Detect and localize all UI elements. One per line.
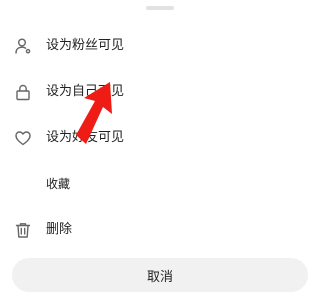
heart-icon xyxy=(14,129,32,147)
cancel-button[interactable]: 取消 xyxy=(12,258,308,292)
menu-item-self-visible[interactable]: 设为自己可见 xyxy=(0,69,320,115)
menu-item-fans-visible[interactable]: 设为粉丝可见 xyxy=(0,23,320,69)
trash-icon xyxy=(14,221,32,239)
drag-handle[interactable] xyxy=(146,6,174,10)
menu-item-label: 设为好友可见 xyxy=(46,130,125,145)
menu-item-label: 设为自己可见 xyxy=(46,84,125,99)
action-sheet: 设为粉丝可见 设为自己可见 设为好友可见 收藏 删除 取消 xyxy=(0,0,320,306)
menu-item-collect[interactable]: 收藏 xyxy=(0,161,320,207)
menu-item-friends-visible[interactable]: 设为好友可见 xyxy=(0,115,320,161)
lock-icon xyxy=(14,83,32,101)
person-icon xyxy=(14,37,32,55)
menu-item-label: 收藏 xyxy=(46,177,71,191)
menu-item-delete[interactable]: 删除 xyxy=(0,207,320,253)
menu-item-label: 设为粉丝可见 xyxy=(46,38,125,53)
menu-item-label: 删除 xyxy=(46,222,73,237)
